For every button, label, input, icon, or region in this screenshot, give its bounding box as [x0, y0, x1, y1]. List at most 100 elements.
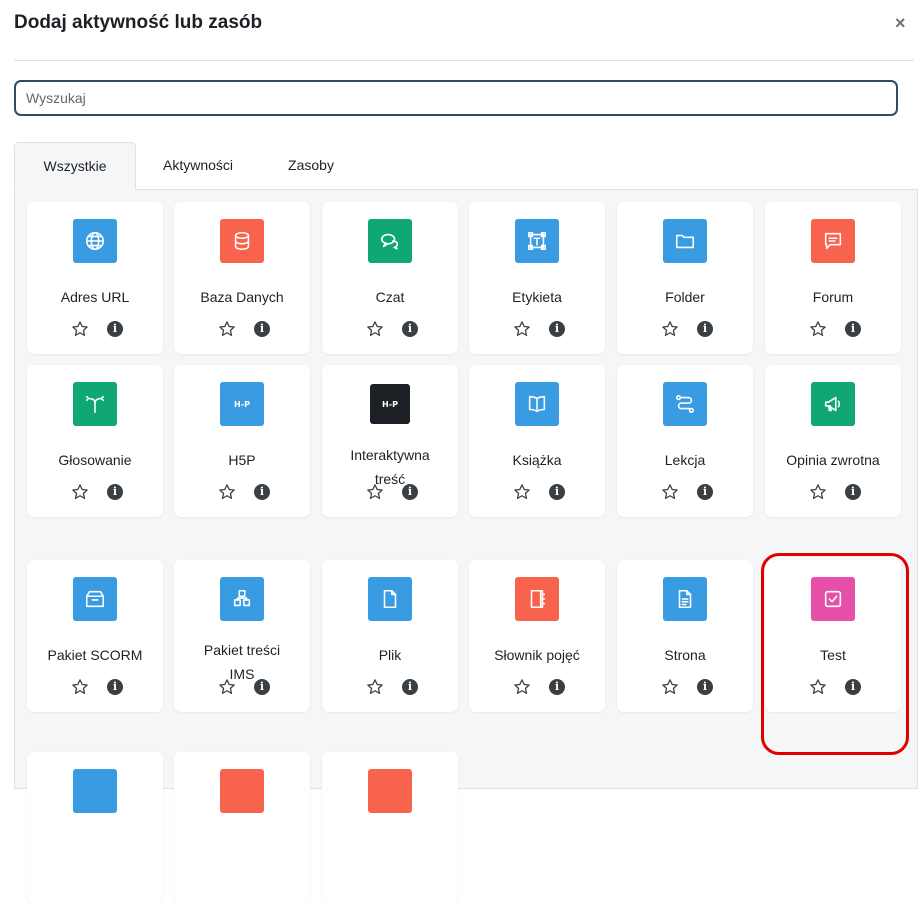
- star-icon[interactable]: [218, 483, 236, 501]
- star-icon[interactable]: [71, 483, 89, 501]
- module-name: Plik: [378, 647, 402, 663]
- svg-text:H-P: H-P: [234, 400, 250, 409]
- module-name: Czat: [375, 289, 405, 305]
- modal-title: Dodaj aktywność lub zasób: [14, 12, 263, 33]
- module-card-partial[interactable]: [174, 752, 310, 904]
- module-card-h5p[interactable]: H-P H5P i: [174, 365, 310, 517]
- star-icon[interactable]: [513, 483, 531, 501]
- module-card-pakiet-scorm[interactable]: Pakiet SCORM i: [27, 560, 163, 712]
- file-icon: [368, 577, 412, 621]
- module-card-plik[interactable]: Plik i: [322, 560, 458, 712]
- info-icon[interactable]: i: [549, 321, 565, 337]
- module-card-interaktywna-tresc[interactable]: H-P Interaktywna treść i: [322, 365, 458, 517]
- module-name: Interaktywna treść: [350, 447, 430, 487]
- module-card-slownik-pojec[interactable]: Słownik pojęć i: [469, 560, 605, 712]
- info-icon[interactable]: i: [402, 679, 418, 695]
- info-icon[interactable]: i: [402, 321, 418, 337]
- star-icon[interactable]: [809, 320, 827, 338]
- star-icon[interactable]: [513, 320, 531, 338]
- star-icon[interactable]: [218, 320, 236, 338]
- info-icon[interactable]: i: [254, 679, 270, 695]
- module-icon: [368, 769, 412, 813]
- tab-activities[interactable]: Aktywności: [144, 142, 252, 190]
- globe-icon: [73, 219, 117, 263]
- module-card-forum[interactable]: Forum i: [765, 202, 901, 354]
- star-icon[interactable]: [661, 483, 679, 501]
- module-name: Strona: [664, 647, 706, 663]
- h5p-icon: H-P: [220, 382, 264, 426]
- star-icon[interactable]: [661, 320, 679, 338]
- module-card-lekcja[interactable]: Lekcja i: [617, 365, 753, 517]
- info-icon[interactable]: i: [697, 484, 713, 500]
- star-icon[interactable]: [809, 678, 827, 696]
- label-icon: [515, 219, 559, 263]
- info-icon[interactable]: i: [845, 484, 861, 500]
- module-name: Etykieta: [512, 289, 562, 305]
- module-name: Adres URL: [60, 289, 130, 305]
- module-name: Książka: [512, 452, 562, 468]
- module-card-strona[interactable]: Strona i: [617, 560, 753, 712]
- info-icon[interactable]: i: [845, 321, 861, 337]
- book-icon: [515, 382, 559, 426]
- info-icon[interactable]: i: [107, 321, 123, 337]
- module-name: Folder: [665, 289, 705, 305]
- info-icon[interactable]: i: [697, 321, 713, 337]
- quiz-icon: [811, 577, 855, 621]
- info-icon[interactable]: i: [107, 679, 123, 695]
- star-icon[interactable]: [513, 678, 531, 696]
- choice-icon: [73, 382, 117, 426]
- module-name: Lekcja: [664, 452, 706, 468]
- info-icon[interactable]: i: [549, 484, 565, 500]
- info-icon[interactable]: i: [402, 484, 418, 500]
- info-icon[interactable]: i: [107, 484, 123, 500]
- module-name: Baza Danych: [200, 289, 284, 305]
- module-name: Słownik pojęć: [494, 647, 580, 663]
- lesson-icon: [663, 382, 707, 426]
- module-name: Pakiet treści IMS: [203, 642, 281, 682]
- star-icon[interactable]: [71, 320, 89, 338]
- module-name: Głosowanie: [58, 452, 132, 468]
- folder-icon: [663, 219, 707, 263]
- module-name: Pakiet SCORM: [47, 647, 143, 663]
- module-icon: [220, 769, 264, 813]
- module-name: H5P: [228, 452, 256, 468]
- info-icon[interactable]: i: [254, 484, 270, 500]
- module-card-etykieta[interactable]: Etykieta i: [469, 202, 605, 354]
- info-icon[interactable]: i: [254, 321, 270, 337]
- star-icon[interactable]: [218, 678, 236, 696]
- module-card-glosowanie[interactable]: Głosowanie i: [27, 365, 163, 517]
- tab-all[interactable]: Wszystkie: [14, 142, 136, 190]
- svg-text:H-P: H-P: [382, 400, 398, 409]
- header-divider: [14, 60, 914, 61]
- module-card-partial[interactable]: [322, 752, 458, 904]
- star-icon[interactable]: [366, 678, 384, 696]
- tab-bar: Wszystkie Aktywności Zasoby: [14, 142, 918, 190]
- module-card-test[interactable]: Test i: [765, 560, 901, 712]
- star-icon[interactable]: [366, 320, 384, 338]
- module-card-pakiet-tresci-ims[interactable]: Pakiet treści IMS i: [174, 560, 310, 712]
- star-icon[interactable]: [661, 678, 679, 696]
- module-card-opinia-zwrotna[interactable]: Opinia zwrotna i: [765, 365, 901, 517]
- search-input[interactable]: [14, 80, 898, 116]
- module-card-partial[interactable]: [27, 752, 163, 904]
- megaphone-icon: [811, 382, 855, 426]
- info-icon[interactable]: i: [549, 679, 565, 695]
- module-card-ksiazka[interactable]: Książka i: [469, 365, 605, 517]
- forum-icon: [811, 219, 855, 263]
- star-icon[interactable]: [71, 678, 89, 696]
- module-name: Forum: [812, 289, 854, 305]
- ims-icon: [220, 577, 264, 621]
- star-icon[interactable]: [366, 483, 384, 501]
- tab-resources[interactable]: Zasoby: [272, 142, 350, 190]
- box-icon: [73, 577, 117, 621]
- module-card-czat[interactable]: Czat i: [322, 202, 458, 354]
- info-icon[interactable]: i: [697, 679, 713, 695]
- info-icon[interactable]: i: [845, 679, 861, 695]
- module-card-baza-danych[interactable]: Baza Danych i: [174, 202, 310, 354]
- module-card-adres-url[interactable]: Adres URL i: [27, 202, 163, 354]
- module-icon: [73, 769, 117, 813]
- chat-icon: [368, 219, 412, 263]
- module-card-folder[interactable]: Folder i: [617, 202, 753, 354]
- star-icon[interactable]: [809, 483, 827, 501]
- close-icon[interactable]: ×: [895, 14, 906, 32]
